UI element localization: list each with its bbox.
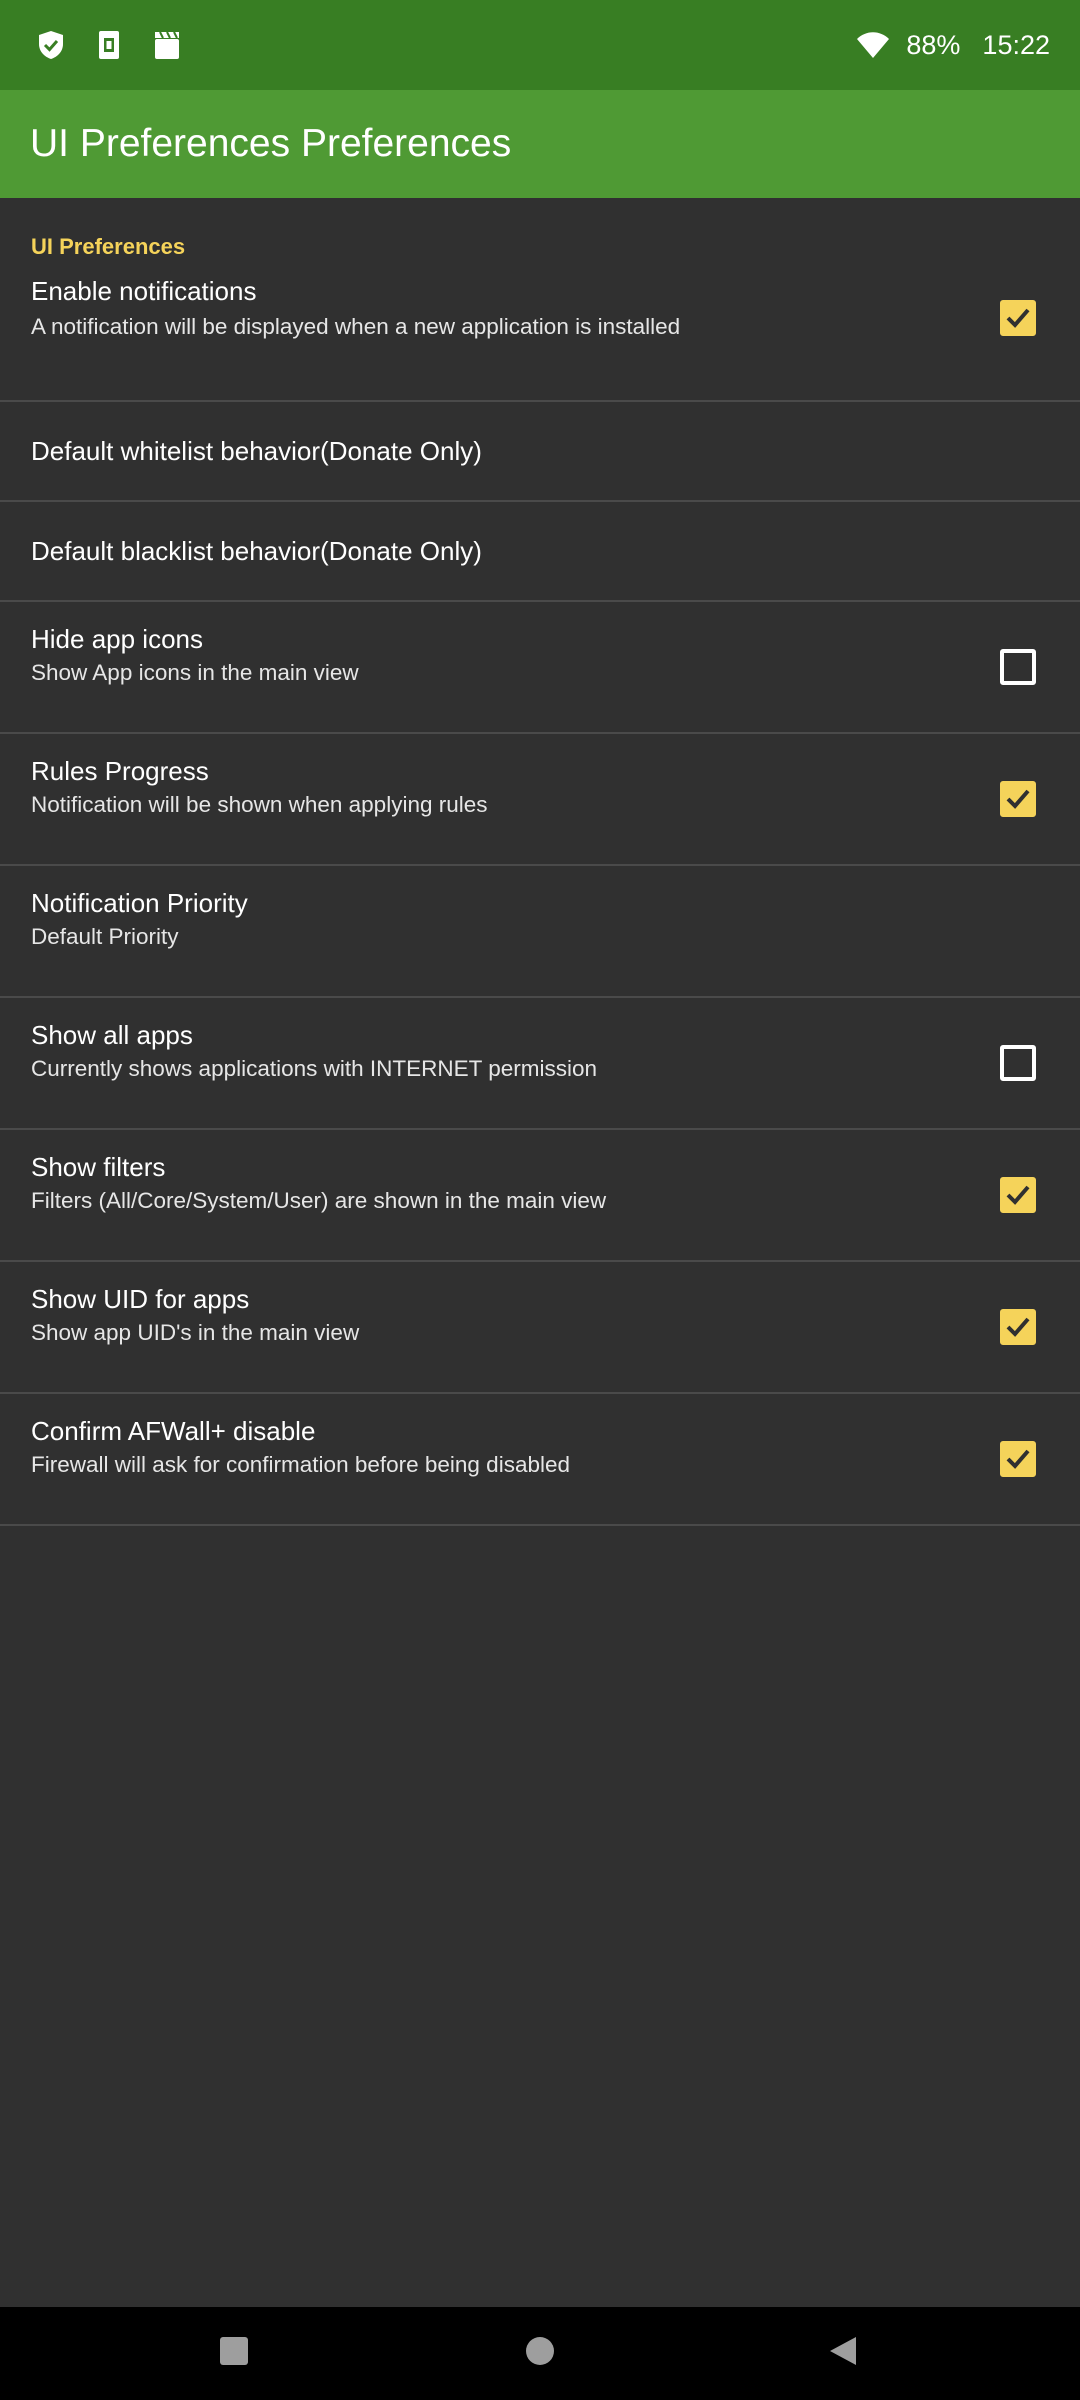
clapperboard-icon (155, 31, 179, 59)
pref-summary: Notification will be shown when applying… (31, 792, 488, 817)
pref-title: Default blacklist behavior(Donate Only) (31, 536, 482, 566)
pref-title: Rules Progress (31, 756, 209, 786)
pref-title: Hide app icons (31, 624, 203, 654)
pref-title: Enable notifications (31, 276, 257, 306)
clock: 15:22 (982, 29, 1050, 60)
pref-summary: Default Priority (31, 924, 179, 949)
pref-summary: Currently shows applications with INTERN… (31, 1056, 598, 1081)
pref-notification-priority[interactable]: Notification Priority Default Priority (0, 866, 1080, 998)
checkmark-icon (1006, 1449, 1030, 1469)
checkmark-icon (1006, 308, 1030, 328)
pref-hide-app-icons[interactable]: Hide app icons Show App icons in the mai… (0, 602, 1080, 734)
home-circle-icon[interactable] (524, 2335, 556, 2367)
pref-summary: Show app UID's in the main view (31, 1320, 360, 1345)
pref-title: Confirm AFWall+ disable (31, 1416, 316, 1446)
status-system-info: 88% 15:22 (856, 30, 1050, 61)
checkbox-checked[interactable] (1000, 300, 1036, 336)
checkbox-unchecked[interactable] (1000, 649, 1036, 685)
back-triangle-icon[interactable] (826, 2335, 858, 2367)
status-notification-icons (30, 29, 182, 61)
status-bar: 88% 15:22 (0, 0, 1080, 90)
pref-title: Notification Priority (31, 888, 248, 918)
pref-title: Show filters (31, 1152, 166, 1182)
pref-default-whitelist[interactable]: Default whitelist behavior(Donate Only) (0, 402, 1080, 502)
pref-show-uid[interactable]: Show UID for apps Show app UID's in the … (0, 1262, 1080, 1394)
pref-enable-notifications[interactable]: Enable notifications A notification will… (0, 276, 1080, 402)
checkmark-icon (1006, 1317, 1030, 1337)
pref-summary: Show App icons in the main view (31, 660, 359, 685)
pref-title: Default whitelist behavior(Donate Only) (31, 436, 482, 466)
pref-summary: Firewall will ask for confirmation befor… (31, 1452, 571, 1477)
pref-title: Show UID for apps (31, 1284, 250, 1314)
recents-square-icon[interactable] (218, 2335, 250, 2367)
app-bar: UI Preferences Preferences (0, 90, 1080, 198)
checkbox-checked[interactable] (1000, 781, 1036, 817)
checkbox-checked[interactable] (1000, 1309, 1036, 1345)
shield-check-icon (39, 31, 63, 59)
sim-card-icon (99, 31, 119, 59)
checkmark-icon (1006, 789, 1030, 809)
pref-confirm-disable[interactable]: Confirm AFWall+ disable Firewall will as… (0, 1394, 1080, 1526)
checkbox-unchecked[interactable] (1000, 1045, 1036, 1081)
navigation-bar (0, 2307, 1080, 2400)
pref-rules-progress[interactable]: Rules Progress Notification will be show… (0, 734, 1080, 866)
pref-title: Show all apps (31, 1020, 193, 1050)
checkbox-checked[interactable] (1000, 1441, 1036, 1477)
preferences-list: UI Preferences Enable notifications A no… (0, 198, 1080, 1526)
pref-show-filters[interactable]: Show filters Filters (All/Core/System/Us… (0, 1130, 1080, 1262)
pref-summary: A notification will be displayed when a … (31, 314, 681, 339)
pref-summary: Filters (All/Core/System/User) are shown… (31, 1188, 607, 1213)
page-title: UI Preferences Preferences (30, 122, 512, 165)
category-header: UI Preferences (31, 234, 186, 259)
wifi-icon (857, 32, 890, 58)
checkmark-icon (1006, 1185, 1030, 1205)
pref-show-all-apps[interactable]: Show all apps Currently shows applicatio… (0, 998, 1080, 1130)
battery-level: 88% (906, 29, 961, 60)
checkbox-checked[interactable] (1000, 1177, 1036, 1213)
pref-default-blacklist[interactable]: Default blacklist behavior(Donate Only) (0, 502, 1080, 602)
